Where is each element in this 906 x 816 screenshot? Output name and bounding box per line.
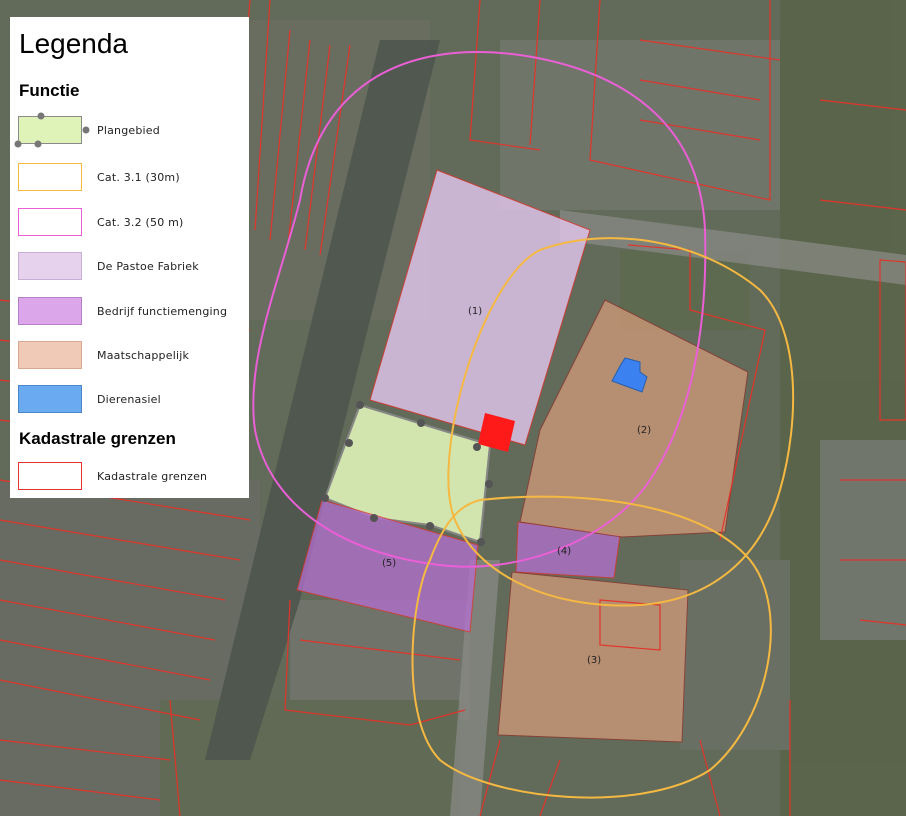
parcel-label-4: (4): [557, 546, 571, 557]
legend-label-bedrijf-functiemenging: Bedrijf functiemenging: [97, 305, 228, 318]
legend-item-dierenasiel: Dierenasiel: [18, 385, 246, 417]
legend-label-cat-3-1: Cat. 3.1 (30m): [97, 171, 180, 184]
swatch-maatschappelijk: [18, 341, 82, 369]
parcel-label-5: (5): [382, 558, 396, 569]
legend-item-cat-3-2: Cat. 3.2 (50 m): [18, 208, 246, 240]
swatch-cat-3-2: [18, 208, 82, 236]
legend-title: Legenda: [19, 28, 129, 59]
swatch-pastoe-fabriek: [18, 252, 82, 280]
legend-label-plangebied: Plangebied: [97, 124, 160, 137]
legend-section-functie: Functie: [19, 81, 80, 100]
legend-label-pastoe-fabriek: De Pastoe Fabriek: [97, 260, 199, 273]
legend-item-plangebied: Plangebied: [14, 112, 246, 148]
legend-label-kadastrale-grenzen: Kadastrale grenzen: [97, 470, 208, 483]
vertex-icon: [14, 112, 90, 148]
swatch-kadastrale-grenzen: [18, 462, 82, 490]
parcel-label-3: (3): [587, 655, 601, 666]
legend-item-bedrijf-functiemenging: Bedrijf functiemenging: [18, 297, 246, 329]
legend-label-maatschappelijk: Maatschappelijk: [97, 349, 190, 362]
legend-label-dierenasiel: Dierenasiel: [97, 393, 161, 406]
parcel-label-2: (2): [637, 425, 651, 436]
legend-section-kadastraal: Kadastrale grenzen: [19, 429, 176, 448]
legend-label-cat-3-2: Cat. 3.2 (50 m): [97, 216, 184, 229]
legend-panel: Legenda Functie Plangebied Cat. 3.1 (30m…: [10, 17, 249, 498]
legend-item-cat-3-1: Cat. 3.1 (30m): [18, 163, 246, 195]
parcel-label-1: (1): [468, 306, 482, 317]
swatch-cat-3-1: [18, 163, 82, 191]
legend-item-kadastrale-grenzen: Kadastrale grenzen: [18, 462, 246, 494]
legend-item-pastoe-fabriek: De Pastoe Fabriek: [18, 252, 246, 284]
swatch-bedrijf-functiemenging: [18, 297, 82, 325]
legend-item-maatschappelijk: Maatschappelijk: [18, 341, 246, 373]
swatch-dierenasiel: [18, 385, 82, 413]
